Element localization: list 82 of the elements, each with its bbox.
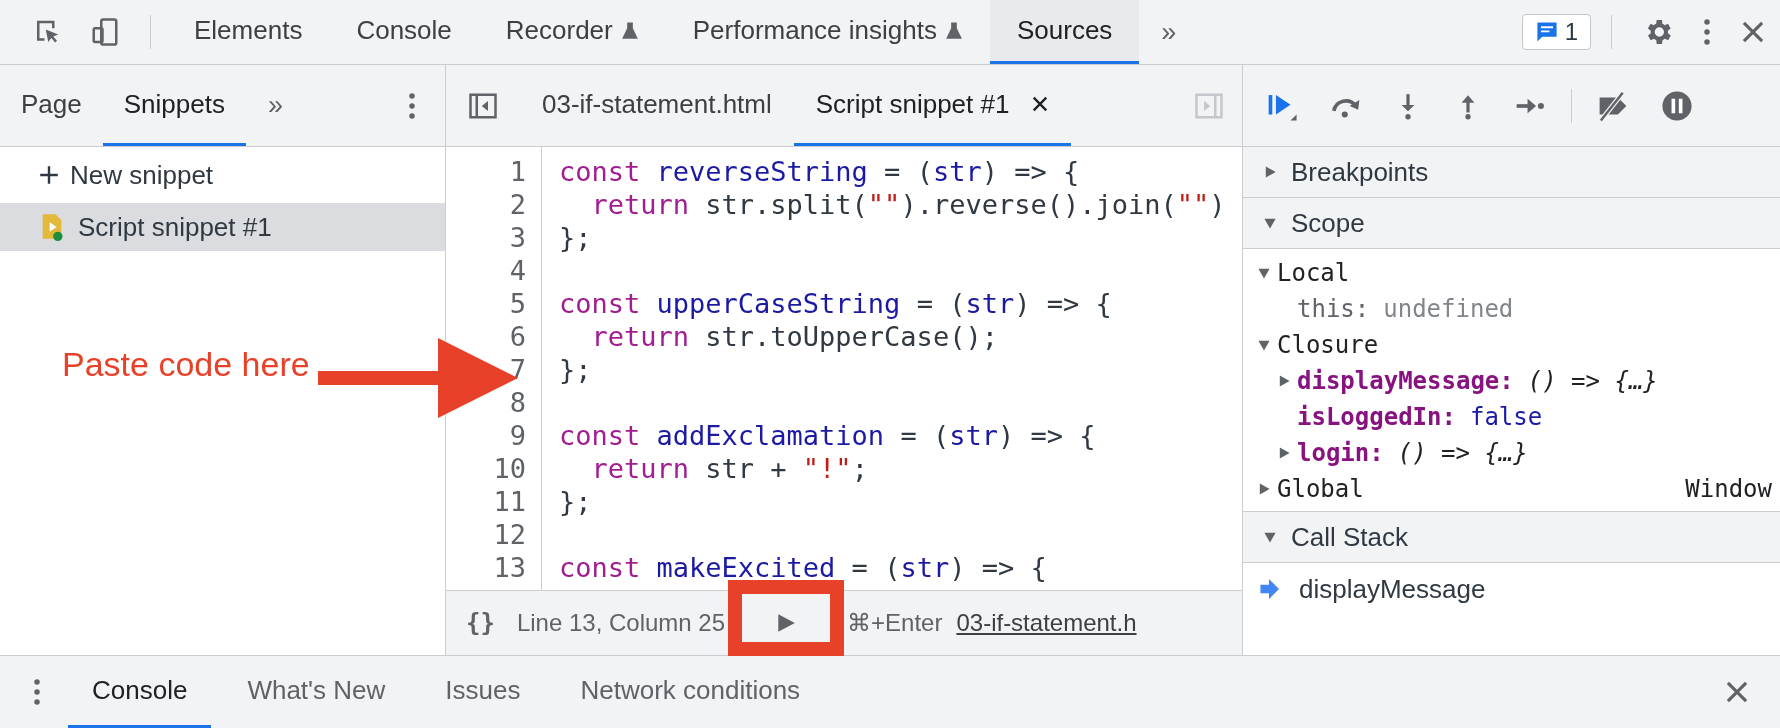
property-value: false bbox=[1469, 403, 1543, 431]
line-number: 6 bbox=[508, 321, 526, 352]
plus-icon bbox=[38, 164, 60, 186]
section-title: Scope bbox=[1291, 207, 1365, 239]
device-toolbar-icon[interactable] bbox=[90, 17, 120, 47]
file-tab[interactable]: 03-if-statement.html bbox=[520, 65, 794, 146]
drawer-tab[interactable]: Console bbox=[68, 656, 212, 728]
property-name: isLoggedIn: bbox=[1297, 403, 1456, 431]
code-line: }; bbox=[559, 354, 592, 385]
new-snippet-button[interactable]: New snippet bbox=[0, 147, 445, 203]
navigator-tab[interactable]: Snippets bbox=[102, 65, 246, 146]
line-number: 7 bbox=[508, 354, 526, 385]
collapsed-triangle-icon[interactable] bbox=[1263, 165, 1277, 179]
code-line: return str.split("").reverse().join("") bbox=[591, 189, 1226, 220]
line-number: 4 bbox=[508, 255, 526, 286]
pretty-print-button[interactable]: {} bbox=[466, 609, 495, 637]
code-line: return str + "!"; bbox=[591, 453, 868, 484]
code-line: }; bbox=[559, 222, 592, 253]
drawer-tab[interactable]: Issues bbox=[421, 656, 545, 728]
code-line: const makeExcited = (str) => { bbox=[559, 552, 1047, 583]
snippet-file-icon bbox=[40, 213, 64, 241]
pause-on-exceptions-icon[interactable] bbox=[1660, 88, 1694, 123]
expanded-triangle-icon[interactable] bbox=[1257, 338, 1271, 352]
collapsed-triangle-icon[interactable] bbox=[1257, 482, 1271, 496]
property-value: () => {…} bbox=[1397, 439, 1528, 467]
code-line: return str.toUpperCase(); bbox=[591, 321, 998, 352]
line-number: 9 bbox=[508, 420, 526, 451]
panel-tab[interactable]: Sources bbox=[989, 0, 1140, 64]
navigator-tab[interactable]: Page bbox=[0, 65, 103, 146]
panel-tab[interactable]: Console bbox=[329, 0, 479, 64]
property-name: this: bbox=[1297, 295, 1370, 323]
property-name: login: bbox=[1297, 439, 1384, 467]
collapsed-triangle-icon[interactable] bbox=[1277, 446, 1291, 460]
section-header[interactable]: Call Stack bbox=[1243, 512, 1780, 563]
line-number: 3 bbox=[508, 222, 526, 253]
drawer-tab[interactable]: Network conditions bbox=[556, 656, 825, 728]
panel-tab[interactable]: Recorder bbox=[478, 0, 666, 64]
property-value: () => {…} bbox=[1527, 367, 1658, 395]
more-options-icon[interactable] bbox=[407, 90, 417, 121]
annotation-label: Paste code here bbox=[62, 345, 310, 384]
close-icon[interactable] bbox=[1031, 95, 1050, 113]
section-header[interactable]: Scope bbox=[1243, 198, 1780, 249]
collapsed-triangle-icon[interactable] bbox=[1277, 374, 1291, 388]
snippet-item[interactable]: Script snippet #1 bbox=[0, 203, 445, 251]
more-tabs-button[interactable]: » bbox=[1139, 16, 1199, 48]
section-title: Call Stack bbox=[1291, 521, 1409, 553]
line-number: 1 bbox=[508, 156, 526, 187]
property-name: displayMessage: bbox=[1297, 367, 1514, 395]
function-name: displayMessage bbox=[1299, 573, 1486, 605]
section-header[interactable]: Breakpoints bbox=[1243, 147, 1780, 198]
expanded-triangle-icon[interactable] bbox=[1263, 216, 1277, 230]
line-number: 8 bbox=[508, 387, 526, 418]
section-title: Breakpoints bbox=[1291, 156, 1429, 188]
line-number: 2 bbox=[508, 189, 526, 220]
file-link[interactable]: 03-if-statement.h bbox=[956, 609, 1137, 637]
code-line: }; bbox=[559, 486, 592, 517]
expanded-triangle-icon[interactable] bbox=[1257, 266, 1271, 280]
cursor-position: Line 13, Column 25 bbox=[516, 609, 726, 637]
property-value: undefined bbox=[1383, 295, 1514, 323]
call-frame[interactable]: displayMessage bbox=[1243, 563, 1780, 615]
property-value: Window bbox=[1685, 475, 1772, 503]
scope-name: Local bbox=[1277, 259, 1350, 287]
expanded-triangle-icon[interactable] bbox=[1263, 530, 1277, 544]
drawer-tab[interactable]: What's New bbox=[223, 656, 410, 728]
code-line: const reverseString = (str) => { bbox=[559, 156, 1080, 187]
code-line: const addExclamation = (str) => { bbox=[559, 420, 1096, 451]
code-line: const upperCaseString = (str) => { bbox=[559, 288, 1112, 319]
run-shortcut: ⌘+Enter bbox=[847, 609, 943, 637]
line-number: 5 bbox=[508, 288, 526, 319]
line-number: 12 bbox=[492, 519, 526, 550]
panel-tab[interactable]: Elements bbox=[167, 0, 330, 64]
message-icon bbox=[1534, 20, 1559, 44]
line-number: 13 bbox=[492, 552, 526, 583]
line-number: 11 bbox=[492, 486, 526, 517]
line-number: 10 bbox=[492, 453, 526, 484]
issues-badge[interactable]: 1 bbox=[1521, 14, 1591, 50]
more-options-icon[interactable] bbox=[32, 677, 42, 707]
scope-name: Global bbox=[1277, 475, 1364, 503]
more-tabs-button[interactable]: » bbox=[245, 90, 305, 121]
more-options-icon[interactable] bbox=[1702, 17, 1712, 47]
panel-tab[interactable]: Performance insights bbox=[665, 0, 990, 64]
scope-name: Closure bbox=[1277, 331, 1379, 359]
